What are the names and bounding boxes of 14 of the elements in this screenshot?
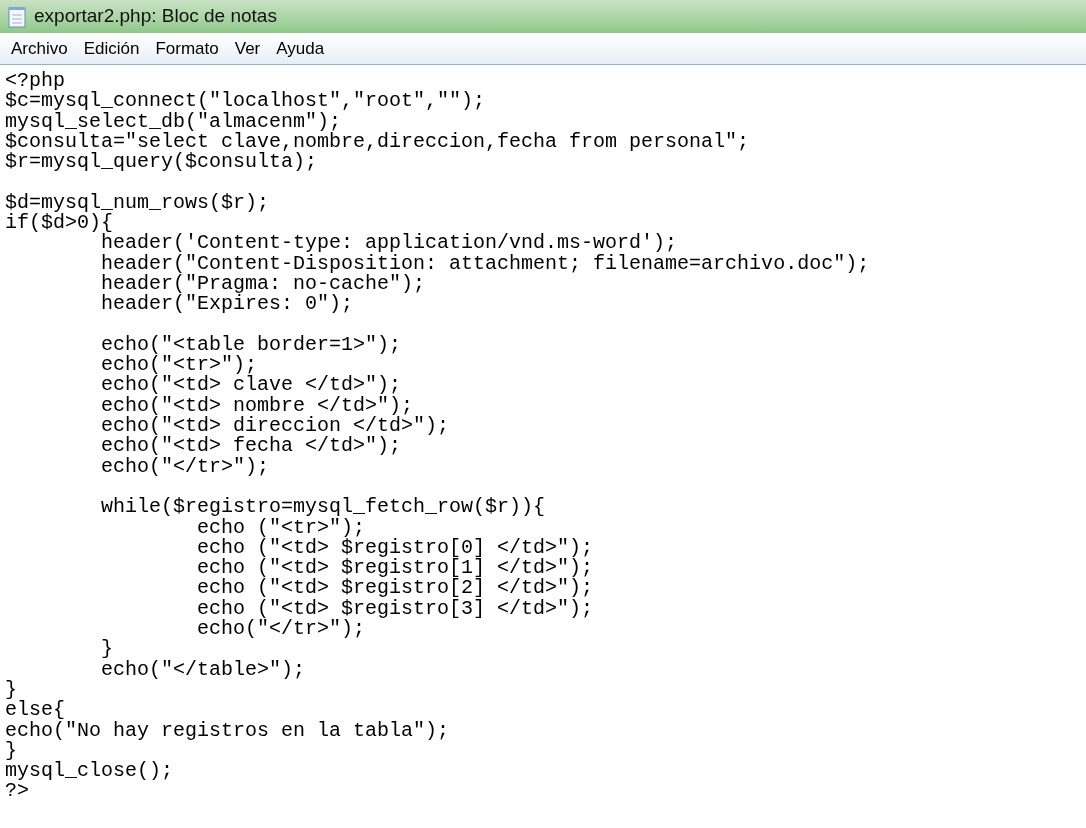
menu-item[interactable]: Ayuda [269, 35, 332, 62]
menu-item[interactable]: Formato [148, 35, 226, 62]
window-title: exportar2.php: Bloc de notas [34, 4, 277, 29]
code-line: } [5, 677, 17, 701]
code-line: echo("</tr>"); [196, 617, 366, 640]
code-line: echo("<table border=1>"); [100, 332, 402, 356]
menu-item[interactable]: Archivo [4, 35, 75, 62]
code-line: <?php [5, 69, 65, 92]
code-line: $d=mysql_num_rows($r); [5, 190, 270, 214]
notepad-icon [8, 5, 26, 28]
code-line: $r=mysql_query($consulta); [5, 150, 318, 174]
menu-item[interactable]: Ver [227, 35, 268, 62]
menu-item[interactable]: Edición [76, 35, 147, 62]
code-line: header("Expires: 0"); [100, 292, 354, 316]
